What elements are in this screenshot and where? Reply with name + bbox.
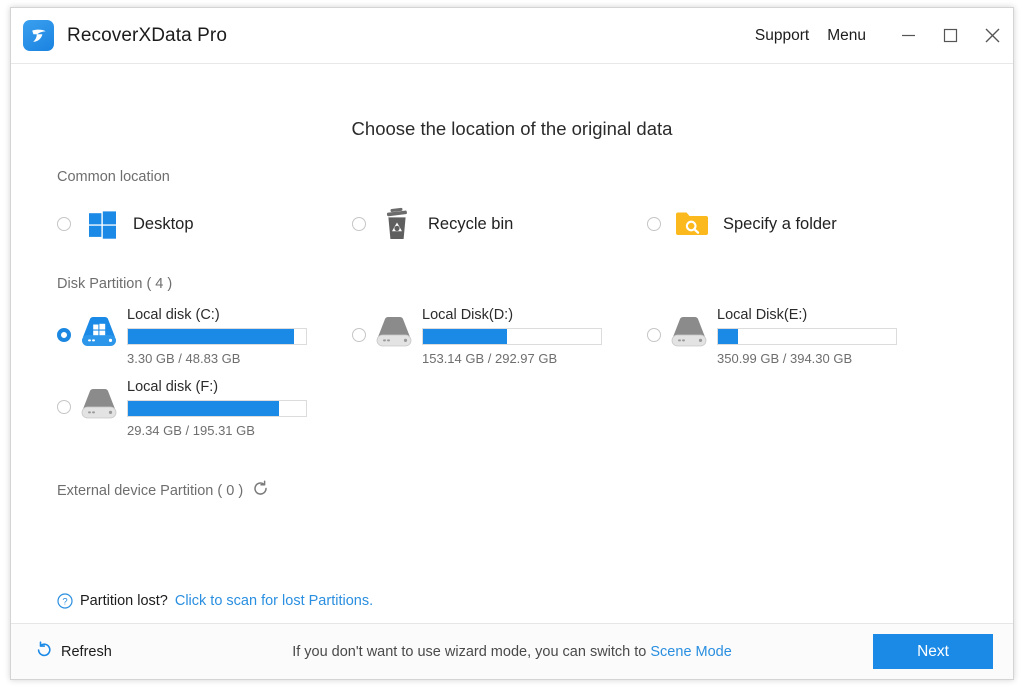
disk-usage-fill-c (128, 329, 294, 344)
disk-item-e[interactable]: Local Disk(E:) 350.99 GB / 394.30 GB (647, 306, 942, 366)
common-location-label-specify-folder: Specify a folder (723, 215, 837, 234)
radio-specify-folder[interactable] (647, 217, 661, 231)
disk-info-f: Local disk (F:) 29.34 GB / 195.31 GB (127, 378, 352, 438)
disk-icon-f (79, 378, 119, 428)
disk-info-e: Local Disk(E:) 350.99 GB / 394.30 GB (717, 306, 942, 366)
page-title: Choose the location of the original data (11, 118, 1013, 140)
refresh-label: Refresh (61, 644, 112, 660)
app-title: RecoverXData Pro (67, 25, 227, 47)
disk-partition-grid: Local disk (C:) 3.30 GB / 48.83 GB (11, 306, 1013, 450)
disk-usage-bar-c (127, 328, 307, 345)
disk-name-d: Local Disk(D:) (422, 307, 647, 323)
common-location-recycle-bin[interactable]: Recycle bin (352, 205, 647, 243)
support-button[interactable]: Support (746, 27, 818, 45)
radio-disk-f[interactable] (57, 400, 71, 414)
disk-size-e: 350.99 GB / 394.30 GB (717, 351, 942, 366)
disk-usage-fill-f (128, 401, 279, 416)
disk-usage-bar-e (717, 328, 897, 345)
close-icon[interactable] (971, 16, 1013, 56)
external-device-partition-row: External device Partition ( 0 ) (57, 480, 1013, 501)
main-content: Choose the location of the original data… (11, 64, 1013, 623)
disk-radio-wrap-f (57, 378, 71, 414)
disk-radio-wrap-d (352, 306, 366, 342)
windows-logo-icon (83, 205, 121, 243)
disk-icon-d (374, 306, 414, 356)
radio-disk-d[interactable] (352, 328, 366, 342)
disk-item-c[interactable]: Local disk (C:) 3.30 GB / 48.83 GB (57, 306, 352, 366)
radio-desktop[interactable] (57, 217, 71, 231)
disk-name-c: Local disk (C:) (127, 307, 352, 323)
disk-name-e: Local Disk(E:) (717, 307, 942, 323)
radio-disk-e[interactable] (647, 328, 661, 342)
question-circle-icon: ? (57, 593, 73, 609)
disk-partition-label: Disk Partition ( 4 ) (57, 276, 1013, 292)
disk-info-c: Local disk (C:) 3.30 GB / 48.83 GB (127, 306, 352, 366)
radio-recycle-bin[interactable] (352, 217, 366, 231)
disk-usage-fill-d (423, 329, 507, 344)
footer-bar: Refresh If you don't want to use wizard … (11, 623, 1013, 679)
scan-lost-partitions-link[interactable]: Click to scan for lost Partitions. (175, 593, 373, 609)
wizard-mode-hint: If you don't want to use wizard mode, yo… (11, 644, 1013, 660)
disk-item-d[interactable]: Local Disk(D:) 153.14 GB / 292.97 GB (352, 306, 647, 366)
app-window: RecoverXData Pro Support Menu Choose the… (10, 7, 1014, 680)
app-brand: RecoverXData Pro (23, 20, 227, 51)
wizard-mode-hint-text: If you don't want to use wizard mode, yo… (292, 644, 650, 660)
disk-usage-fill-e (718, 329, 738, 344)
window-controls (887, 16, 1013, 56)
disk-size-c: 3.30 GB / 48.83 GB (127, 351, 352, 366)
disk-usage-bar-f (127, 400, 307, 417)
maximize-icon[interactable] (929, 16, 971, 56)
system-disk-icon-c (79, 306, 119, 356)
minimize-icon[interactable] (887, 16, 929, 56)
disk-radio-wrap-c (57, 306, 71, 342)
disk-name-f: Local disk (F:) (127, 379, 352, 395)
common-location-specify-folder[interactable]: Specify a folder (647, 205, 942, 243)
disk-info-d: Local Disk(D:) 153.14 GB / 292.97 GB (422, 306, 647, 366)
menu-button[interactable]: Menu (818, 27, 875, 45)
scene-mode-link[interactable]: Scene Mode (650, 644, 731, 660)
refresh-icon (35, 641, 53, 663)
common-location-desktop[interactable]: Desktop (57, 205, 352, 243)
title-bar: RecoverXData Pro Support Menu (11, 8, 1013, 64)
radio-disk-c[interactable] (57, 328, 71, 342)
disk-usage-bar-d (422, 328, 602, 345)
next-button[interactable]: Next (873, 634, 993, 669)
common-location-label-recycle-bin: Recycle bin (428, 215, 513, 234)
common-location-label: Common location (57, 169, 1013, 185)
common-location-row: Desktop Recycle bin (11, 205, 1013, 243)
svg-text:?: ? (62, 597, 67, 608)
partition-lost-text: Partition lost? (80, 593, 168, 609)
disk-icon-e (669, 306, 709, 356)
disk-radio-wrap-e (647, 306, 661, 342)
refresh-button[interactable]: Refresh (35, 641, 112, 663)
partition-lost-row: ? Partition lost? Click to scan for lost… (57, 593, 373, 609)
folder-search-icon (673, 205, 711, 243)
common-location-label-desktop: Desktop (133, 215, 194, 234)
disk-size-f: 29.34 GB / 195.31 GB (127, 423, 352, 438)
app-logo-d-icon (23, 20, 54, 51)
recycle-bin-icon (378, 205, 416, 243)
external-device-partition-label: External device Partition ( 0 ) (57, 483, 243, 499)
refresh-circle-icon[interactable] (252, 480, 269, 501)
disk-item-f[interactable]: Local disk (F:) 29.34 GB / 195.31 GB (57, 378, 352, 438)
disk-size-d: 153.14 GB / 292.97 GB (422, 351, 647, 366)
